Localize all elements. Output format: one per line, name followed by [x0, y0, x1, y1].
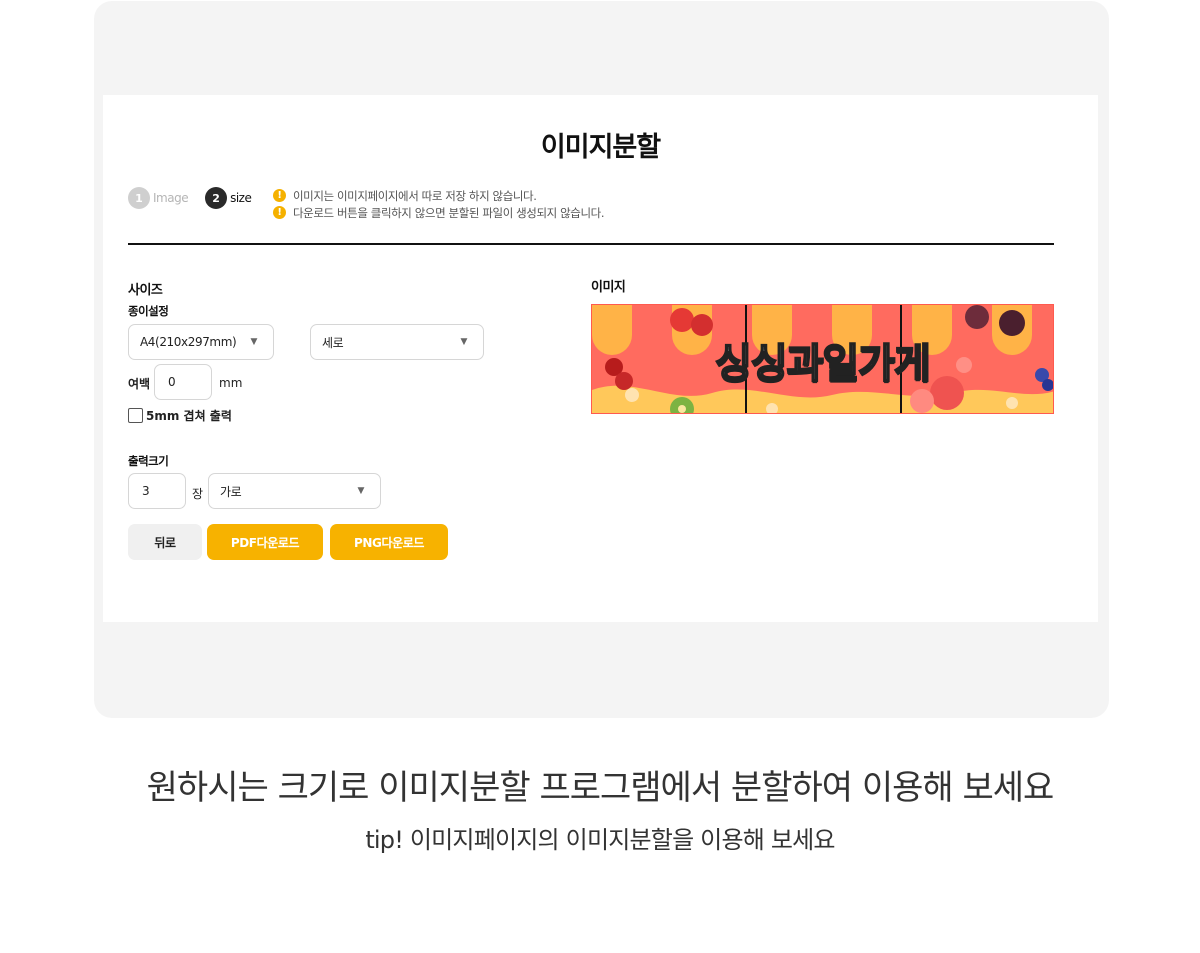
page-title: 이미지분할: [540, 132, 661, 163]
notice-item: ! 이미지는 이미지페이지에서 따로 저장 하지 않습니다.: [273, 187, 604, 204]
chevron-down-icon: ▼: [250, 337, 257, 347]
paper-setting-label: 종이설정: [128, 304, 169, 318]
image-section-title: 이미지: [591, 280, 626, 295]
banner-title: 싱싱과일가게: [714, 340, 932, 388]
chevron-down-icon: ▼: [357, 486, 364, 496]
notice-list: ! 이미지는 이미지페이지에서 따로 저장 하지 않습니다. ! 다운로드 버튼…: [273, 187, 604, 221]
size-section-title: 사이즈: [128, 283, 163, 298]
overlap-checkbox[interactable]: [128, 408, 143, 423]
step-number: 1: [128, 187, 150, 209]
page-count-unit: 장: [192, 487, 204, 501]
png-download-button[interactable]: PNG다운로드: [330, 524, 448, 560]
chevron-down-icon: ▼: [460, 337, 467, 347]
margin-unit: mm: [219, 376, 243, 390]
warning-icon: !: [273, 206, 286, 219]
step-label: size: [230, 191, 252, 205]
direction-value: 가로: [220, 484, 242, 499]
warning-icon: !: [273, 189, 286, 202]
step-image[interactable]: 1 Image: [128, 187, 189, 209]
image-preview: 싱싱과일가게: [591, 304, 1054, 414]
notice-text: 이미지는 이미지페이지에서 따로 저장 하지 않습니다.: [293, 188, 537, 203]
page-count-input[interactable]: 3: [128, 473, 186, 509]
step-indicator: 1 Image 2 size: [128, 187, 268, 209]
orientation-select[interactable]: 세로 ▼: [310, 324, 484, 360]
pdf-download-button[interactable]: PDF다운로드: [207, 524, 323, 560]
step-label: Image: [153, 191, 189, 205]
divider: [128, 243, 1054, 245]
overlap-label: 5mm 겹쳐 출력: [146, 409, 232, 423]
back-button[interactable]: 뒤로: [128, 524, 202, 560]
image-split-panel: 이미지분할 1 Image 2 size ! 이미지는 이미지페이지에서 따로 …: [103, 95, 1098, 622]
main-caption: 원하시는 크기로 이미지분할 프로그램에서 분할하여 이용해 보세요: [146, 768, 1055, 808]
orientation-value: 세로: [322, 335, 344, 350]
notice-text: 다운로드 버튼을 클릭하지 않으면 분할된 파일이 생성되지 않습니다.: [293, 205, 605, 220]
output-size-label: 출력크기: [128, 454, 169, 468]
step-number: 2: [205, 187, 228, 209]
notice-item: ! 다운로드 버튼을 클릭하지 않으면 분할된 파일이 생성되지 않습니다.: [273, 204, 604, 221]
step-size[interactable]: 2 size: [205, 187, 252, 209]
margin-label: 여백: [128, 377, 151, 391]
paper-size-select[interactable]: A4(210x297mm) ▼: [128, 324, 274, 360]
paper-size-value: A4(210x297mm): [140, 335, 237, 349]
tip-caption: tip! 이미지페이지의 이미지분할을 이용해 보세요: [365, 826, 835, 854]
direction-select[interactable]: 가로 ▼: [208, 473, 381, 509]
margin-input[interactable]: 0: [154, 364, 212, 400]
